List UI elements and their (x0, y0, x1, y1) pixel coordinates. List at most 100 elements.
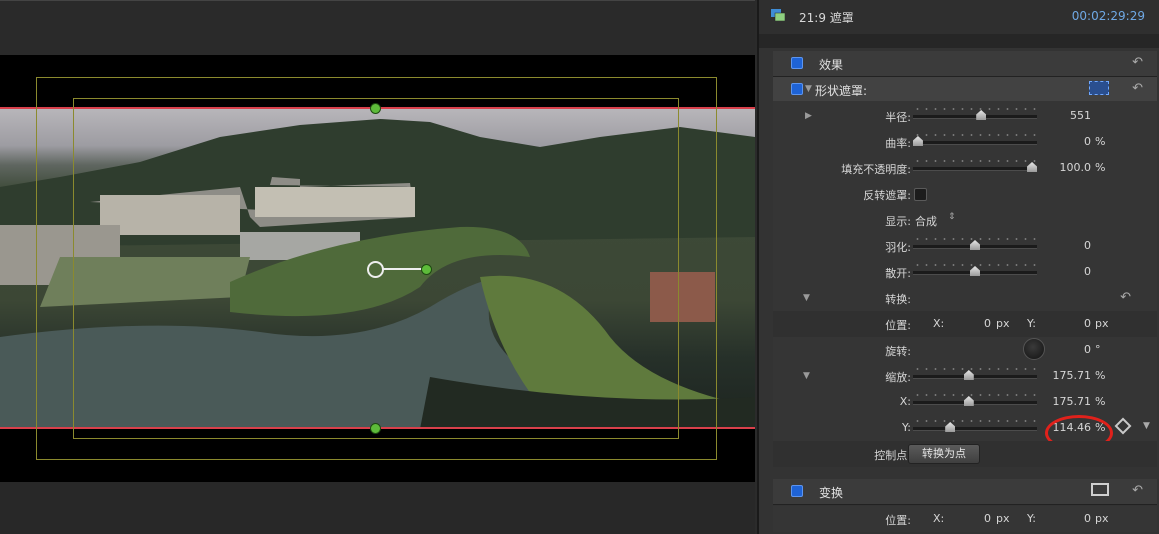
invert-mask-label: 反转遮罩: (863, 189, 911, 202)
position-x-unit: px (996, 317, 1010, 330)
reset-icon[interactable]: ↶ (1132, 483, 1143, 498)
slider-ticks (913, 368, 1037, 370)
slider-knob[interactable] (1027, 162, 1038, 172)
slider-ticks (913, 420, 1037, 422)
mask-position-row: 位置: X: 0 px Y: 0 px (773, 311, 1157, 337)
slider-knob[interactable] (963, 370, 974, 380)
transform-onscreen-icon[interactable] (1091, 483, 1109, 496)
scale-x-value[interactable]: 175.71 (1053, 395, 1092, 408)
curvature-slider[interactable] (912, 136, 1037, 146)
inspector-panel: 21:9 遮罩 00:02:29:29 效果 ↶ ▼ 形状遮罩: ↶ ▶ 半径:… (757, 0, 1159, 534)
slider-knob[interactable] (976, 110, 987, 120)
slider-ticks (913, 134, 1037, 136)
radius-label: 半径: (885, 111, 911, 124)
mask-shape-icon[interactable] (1089, 81, 1109, 95)
invert-mask-checkbox[interactable] (914, 188, 927, 201)
rotation-unit: ° (1095, 343, 1101, 356)
slider-knob[interactable] (970, 240, 980, 250)
mask-bottom-handle[interactable] (370, 423, 381, 434)
curvature-value[interactable]: 0 (1084, 135, 1091, 148)
position-label: 位置: (885, 319, 911, 332)
mask-transform-row: ▼ 转换: ↶ (773, 285, 1157, 311)
scale-x-row: X: 175.71 % (773, 389, 1157, 415)
control-points-label: 控制点: (874, 449, 911, 462)
slider-knob[interactable] (912, 136, 923, 146)
mask-rotation-arm (383, 268, 423, 270)
falloff-label: 散开: (885, 267, 911, 280)
invert-mask-row: 反转遮罩: (773, 181, 1157, 207)
rotation-value[interactable]: 0 (1084, 343, 1091, 356)
display-label: 显示: (885, 215, 911, 228)
radius-row: ▶ 半径: 551 (773, 103, 1157, 129)
transform-enable-checkbox[interactable] (791, 485, 803, 497)
fill-opacity-slider[interactable] (913, 162, 1038, 172)
transform-section-header[interactable]: 变换 ↶ (773, 479, 1157, 505)
feather-slider[interactable] (913, 240, 1037, 250)
reset-icon[interactable]: ↶ (1132, 55, 1143, 70)
timecode: 00:02:29:29 (1071, 9, 1145, 23)
slider-knob[interactable] (970, 266, 980, 276)
falloff-slider[interactable] (913, 266, 1037, 276)
scale-y-slider[interactable] (913, 422, 1037, 432)
slider-knob[interactable] (945, 422, 956, 432)
shape-mask-parameters: ▶ 半径: 551 曲率: 0 % 填充不透明度: 100.0 % 反转遮罩: (773, 101, 1157, 467)
reset-icon[interactable]: ↶ (1120, 290, 1131, 305)
slider-knob[interactable] (963, 396, 974, 406)
slider-ticks (913, 264, 1037, 266)
effects-enable-checkbox[interactable] (791, 57, 803, 69)
convert-to-points-button[interactable]: 转换为点 (908, 444, 980, 464)
scale-slider[interactable] (913, 370, 1037, 380)
mask-rotation-handle[interactable] (421, 264, 432, 275)
mask-center-handle[interactable] (367, 261, 384, 278)
disclosure-triangle-icon[interactable]: ▼ (805, 84, 812, 94)
shape-mask-header[interactable]: ▼ 形状遮罩: ↶ (773, 77, 1157, 103)
clip-icon (771, 9, 785, 21)
display-popup[interactable]: 合成 (915, 213, 937, 229)
viewer-canvas[interactable] (0, 55, 755, 482)
position-y-value[interactable]: 0 (1071, 512, 1091, 525)
slider-ticks (913, 238, 1037, 240)
slider-ticks (913, 394, 1037, 396)
effects-section-header[interactable]: 效果 ↶ (773, 51, 1157, 77)
rotation-row: 旋转: 0 ° (773, 337, 1157, 363)
falloff-value[interactable]: 0 (1084, 265, 1091, 278)
scale-y-row: Y: 114.46 % ▼ (773, 415, 1157, 451)
popup-arrows-icon[interactable]: ⇕ (948, 212, 956, 222)
rotation-dial[interactable] (1023, 338, 1045, 360)
reset-icon[interactable]: ↶ (1132, 81, 1143, 96)
expand-triangle-icon[interactable]: ▶ (805, 111, 812, 121)
mask-transform-label: 转换: (885, 293, 911, 306)
fill-opacity-row: 填充不透明度: 100.0 % (773, 155, 1157, 181)
fill-opacity-value[interactable]: 100.0 (1060, 161, 1092, 174)
add-keyframe-icon[interactable] (1114, 417, 1132, 435)
radius-slider[interactable] (913, 110, 1037, 120)
disclosure-triangle-icon[interactable]: ▼ (803, 371, 810, 381)
feather-value[interactable]: 0 (1084, 239, 1091, 252)
scale-x-slider[interactable] (913, 396, 1037, 406)
shape-mask-title: 形状遮罩: (815, 84, 868, 98)
position-y-value[interactable]: 0 (1071, 317, 1091, 330)
position-x-value[interactable]: 0 (971, 512, 991, 525)
transform-title: 变换 (819, 486, 844, 500)
position-y-label: Y: (1027, 512, 1036, 525)
scale-y-label: Y: (902, 421, 911, 434)
clip-name: 21:9 遮罩 (799, 11, 854, 25)
display-row: 显示: 合成 ⇕ (773, 207, 1157, 233)
viewer-bottom-bar (0, 482, 755, 534)
viewer (0, 0, 755, 534)
scale-x-unit: % (1095, 395, 1106, 408)
keyframe-menu-icon[interactable]: ▼ (1143, 421, 1150, 431)
radius-value[interactable]: 551 (1070, 109, 1091, 122)
mask-top-handle[interactable] (370, 103, 381, 114)
fill-opacity-label: 填充不透明度: (841, 163, 911, 176)
position-x-value[interactable]: 0 (971, 317, 991, 330)
scale-row: ▼ 缩放: 175.71 % (773, 363, 1157, 389)
position-y-unit: px (1095, 512, 1109, 525)
disclosure-triangle-icon[interactable]: ▼ (803, 293, 810, 303)
position-x-unit: px (996, 512, 1010, 525)
shape-mask-enable-checkbox[interactable] (791, 83, 803, 95)
transform-position-row: 位置: X: 0 px Y: 0 px (773, 506, 1157, 532)
slider-ticks (913, 108, 1037, 110)
scale-value[interactable]: 175.71 (1053, 369, 1092, 382)
curvature-label: 曲率: (885, 137, 911, 150)
